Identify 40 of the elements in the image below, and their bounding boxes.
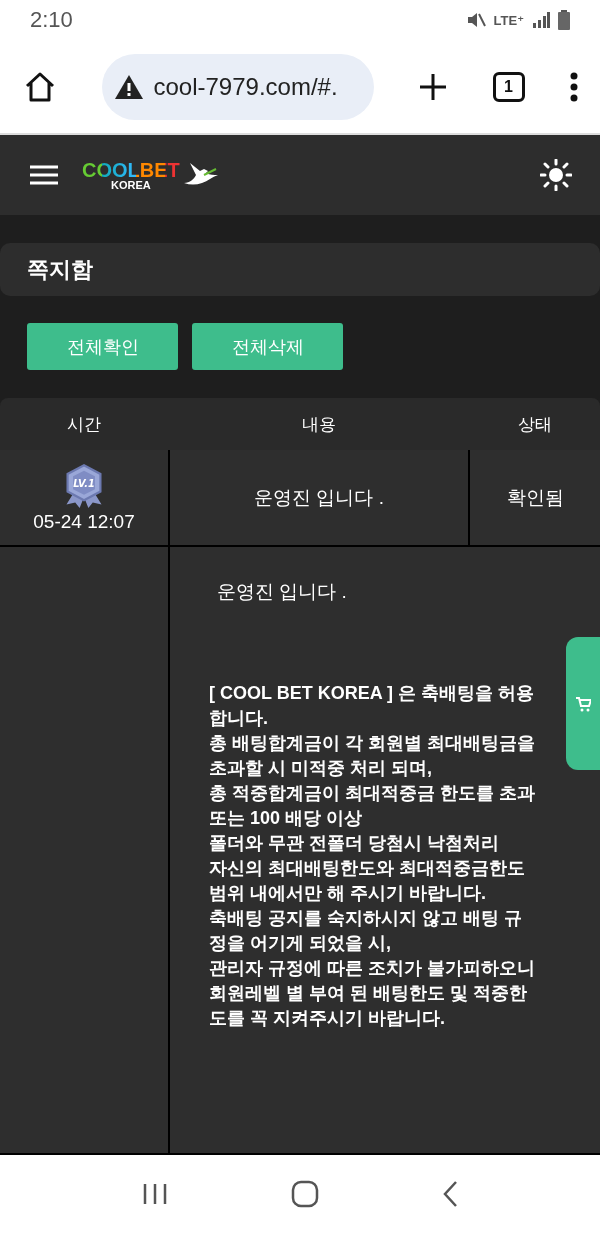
message-line: 초과할 시 미적중 처리 되며, (209, 757, 433, 780)
message-line: 또는 100 배당 이상 (209, 807, 364, 830)
message-line: 총 배팅합계금이 각 회원별 최대배팅금을 (209, 732, 536, 755)
address-bar[interactable]: cool-7979.com/#. (101, 53, 374, 120)
message-greeting: 운영진 입니다 . (217, 580, 348, 604)
plus-icon[interactable] (419, 72, 447, 101)
battery-icon (558, 10, 570, 30)
mute-icon (465, 11, 486, 29)
sun-icon[interactable] (540, 159, 572, 191)
message-line: 폴더와 무관 전폴더 당첨시 낙첨처리 (209, 832, 500, 855)
signal-icon (532, 12, 550, 28)
column-header: 상태 (517, 413, 553, 436)
message-line: 자신의 최대배팅한도와 최대적중금한도 (209, 857, 526, 880)
column-header: 시간 (66, 413, 102, 436)
message-line: 관리자 규정에 따른 조치가 불가피하오니 (209, 957, 536, 980)
message-line: 정을 어기게 되었을 시, (209, 932, 392, 955)
home-icon[interactable] (24, 71, 56, 102)
message-line: [ COOL BET KOREA ] 은 축배팅을 허용 (209, 682, 535, 705)
message-line: 합니다. (209, 707, 269, 730)
message-time: 05-24 12:07 (33, 510, 135, 533)
cart-icon (575, 695, 591, 712)
message-status: 확인됨 (506, 485, 564, 510)
home-button-icon[interactable] (291, 1180, 319, 1208)
message-line: 총 적중합계금이 최대적중금 한도를 초과 (209, 782, 536, 805)
message-line: 도를 꼭 지켜주시기 바랍니다. (209, 1007, 446, 1030)
menu-icon[interactable] (30, 165, 58, 185)
back-icon[interactable] (442, 1180, 459, 1208)
tab-count-button[interactable]: 1 (492, 71, 525, 102)
message-line: 축배팅 공지를 숙지하시지 않고 배팅 규 (209, 907, 523, 930)
message-line: 회원레벨 별 부여 된 배팅한도 및 적중한 (209, 982, 528, 1005)
message-subject[interactable]: 운영진 입니다 . (254, 484, 384, 511)
page-title: 쪽지함 (27, 255, 93, 284)
logo-subtext: KOREA (111, 179, 151, 191)
status-time: 2:10 (30, 7, 73, 33)
recent-apps-icon[interactable] (141, 1182, 168, 1206)
network-label: LTE⁺ (493, 12, 524, 28)
more-icon[interactable] (570, 71, 578, 102)
warning-icon (113, 73, 144, 100)
message-line: 범위 내에서만 해 주시기 바랍니다. (209, 882, 487, 905)
column-header: 내용 (301, 413, 337, 436)
